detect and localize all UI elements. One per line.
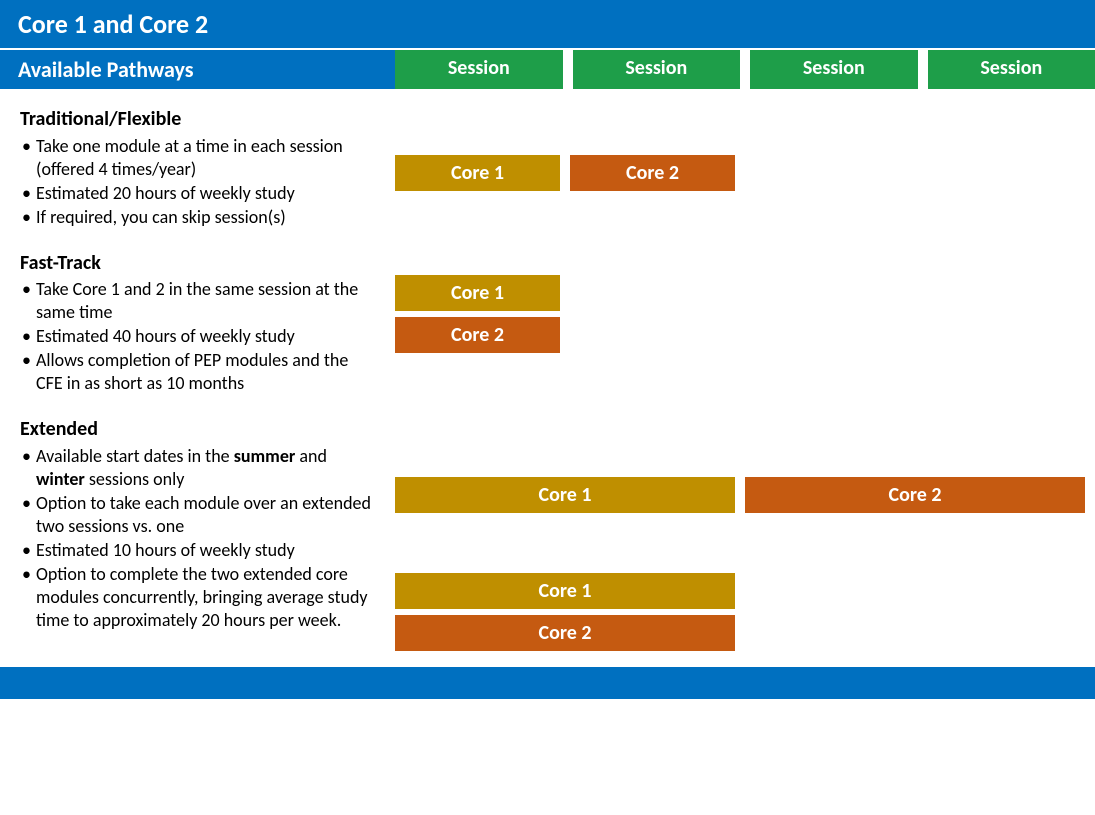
- header-row: Available Pathways Session Session Sessi…: [0, 50, 1095, 89]
- session-col-2: Session: [573, 50, 741, 89]
- grid-empty: [745, 155, 1085, 191]
- session-col-1: Session: [395, 50, 563, 89]
- extended-conc-core1-block: Core 1: [395, 573, 735, 609]
- fasttrack-core1-block: Core 1: [395, 275, 560, 311]
- pathway-fasttrack: Fast-Track Take Core 1 and 2 in the same…: [20, 251, 375, 396]
- grid-empty: [745, 573, 1085, 609]
- session-col-4: Session: [928, 50, 1095, 89]
- traditional-core1-block: Core 1: [395, 155, 560, 191]
- pathway-fasttrack-bullet: Estimated 40 hours of weekly study: [22, 325, 375, 348]
- extended-conc-core2-block: Core 2: [395, 615, 735, 651]
- pathway-fasttrack-title: Fast-Track: [20, 251, 375, 277]
- grid-empty: [570, 275, 1085, 311]
- grid-empty: [570, 317, 1085, 353]
- pathway-traditional-bullet: Estimated 20 hours of weekly study: [22, 182, 375, 205]
- session-grid-area: Core 1 Core 2 Core 1 Core 2 Core 1 Core …: [395, 101, 1095, 651]
- pathway-extended: Extended Available start dates in the su…: [20, 417, 375, 632]
- grid-spacer: [395, 359, 1085, 471]
- grid-spacer: [395, 197, 1085, 269]
- pathway-extended-bullet: Estimated 10 hours of weekly study: [22, 539, 375, 562]
- pathway-extended-title: Extended: [20, 417, 375, 443]
- pathway-traditional: Traditional/Flexible Take one module at …: [20, 107, 375, 229]
- pathway-fasttrack-bullet: Take Core 1 and 2 in the same session at…: [22, 278, 375, 324]
- text: Available start dates in the: [36, 445, 234, 467]
- bold-text: summer: [234, 445, 296, 467]
- pathways-header: Available Pathways: [0, 50, 395, 89]
- footer-bar: [0, 667, 1095, 699]
- grid-spacer: [395, 519, 1085, 567]
- session-grid: Core 1 Core 2 Core 1 Core 2 Core 1 Core …: [395, 101, 1085, 651]
- content: Traditional/Flexible Take one module at …: [0, 89, 1095, 663]
- grid-spacer: [395, 101, 1085, 149]
- title-bar: Core 1 and Core 2: [0, 0, 1095, 48]
- grid-empty: [745, 615, 1085, 651]
- bold-text: winter: [36, 468, 85, 490]
- extended-seq-core2-block: Core 2: [745, 477, 1085, 513]
- fasttrack-core2-block: Core 2: [395, 317, 560, 353]
- pathway-fasttrack-bullet: Allows completion of PEP modules and the…: [22, 349, 375, 395]
- extended-seq-core1-block: Core 1: [395, 477, 735, 513]
- pathway-extended-bullet: Option to complete the two extended core…: [22, 563, 375, 632]
- pathway-traditional-bullet: If required, you can skip session(s): [22, 206, 375, 229]
- text: and: [295, 445, 327, 467]
- session-col-3: Session: [750, 50, 918, 89]
- traditional-core2-block: Core 2: [570, 155, 735, 191]
- pathway-extended-bullet: Option to take each module over an exten…: [22, 492, 375, 538]
- text: sessions only: [85, 468, 185, 490]
- pathway-extended-bullet: Available start dates in the summer and …: [22, 445, 375, 491]
- page-title: Core 1 and Core 2: [18, 8, 208, 40]
- pathway-traditional-title: Traditional/Flexible: [20, 107, 375, 133]
- pathways-descriptions: Traditional/Flexible Take one module at …: [0, 101, 395, 651]
- pathway-traditional-bullet: Take one module at a time in each sessio…: [22, 135, 375, 181]
- sessions-header: Session Session Session Session: [395, 50, 1095, 89]
